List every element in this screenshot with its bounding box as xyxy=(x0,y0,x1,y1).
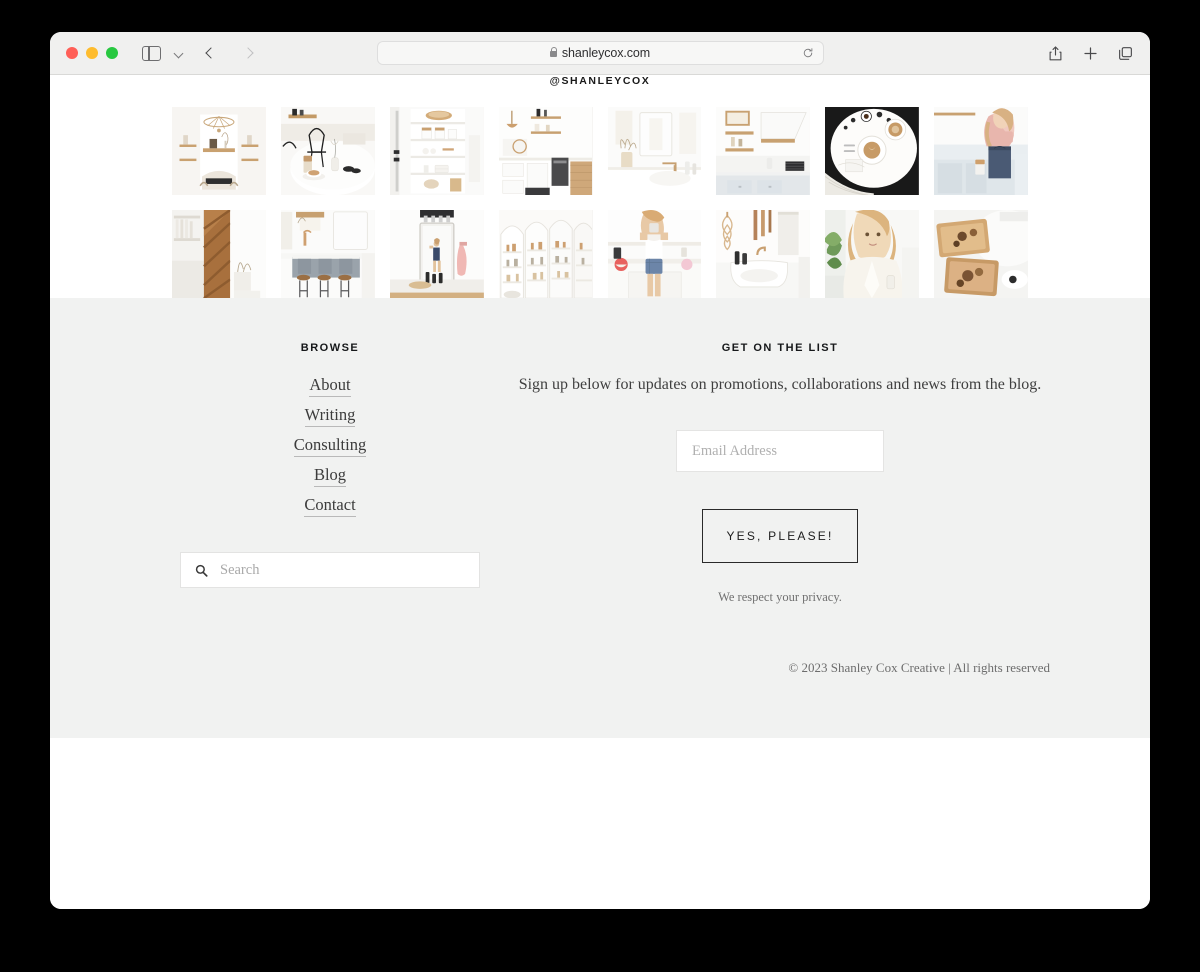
sidebar-toggle-icon[interactable] xyxy=(142,45,161,61)
gallery-item[interactable] xyxy=(280,210,375,299)
gallery-item[interactable] xyxy=(934,210,1028,299)
instagram-handle[interactable]: @SHANLEYCOX xyxy=(50,75,1150,91)
toolbar-actions xyxy=(1047,45,1134,62)
lock-icon xyxy=(549,47,558,57)
gallery-item[interactable] xyxy=(280,107,375,196)
newsletter-heading: GET ON THE LIST xyxy=(721,342,839,355)
instagram-gallery xyxy=(50,91,1150,299)
search-placeholder: Search xyxy=(220,561,260,578)
gallery-item[interactable] xyxy=(607,210,702,299)
browse-link-writing[interactable]: Writing xyxy=(304,405,356,428)
back-arrow-icon[interactable] xyxy=(205,46,217,59)
page-content: @SHANLEYCOX BROWSE About Writing Consult… xyxy=(50,75,1150,909)
browse-heading: BROWSE xyxy=(300,342,360,355)
share-icon[interactable] xyxy=(1047,45,1064,62)
browse-links: About Writing Consulting Blog Contact xyxy=(150,375,510,518)
browse-link-consulting[interactable]: Consulting xyxy=(293,435,367,458)
gallery-item[interactable] xyxy=(172,107,266,196)
gallery-item[interactable] xyxy=(172,210,266,299)
gallery-item[interactable] xyxy=(389,210,484,299)
url-text: shanleycox.com xyxy=(561,46,651,60)
site-footer: BROWSE About Writing Consulting Blog Con… xyxy=(50,298,1150,739)
privacy-note: We respect your privacy. xyxy=(718,590,842,605)
browser-toolbar: shanleycox.com xyxy=(50,32,1150,75)
window-controls xyxy=(66,47,118,59)
chevron-down-icon[interactable] xyxy=(175,49,184,58)
footer-columns: BROWSE About Writing Consulting Blog Con… xyxy=(50,338,1150,605)
gallery-item[interactable] xyxy=(934,107,1028,196)
email-field[interactable]: Email Address xyxy=(676,430,884,473)
address-bar[interactable]: shanleycox.com xyxy=(376,41,824,65)
tab-overview-icon[interactable] xyxy=(1117,45,1134,62)
gallery-item[interactable] xyxy=(716,107,811,196)
gallery-item[interactable] xyxy=(825,210,920,299)
browse-link-about[interactable]: About xyxy=(309,375,351,398)
minimize-window-button[interactable] xyxy=(86,47,98,59)
maximize-window-button[interactable] xyxy=(106,47,118,59)
gallery-item[interactable] xyxy=(498,107,593,196)
browse-link-blog[interactable]: Blog xyxy=(313,465,347,488)
gallery-item[interactable] xyxy=(498,210,593,299)
reload-icon[interactable] xyxy=(802,47,814,59)
gallery-item[interactable] xyxy=(716,210,811,299)
browser-window: shanleycox.com @SHANLEYCOX BROWSE About … xyxy=(50,32,1150,909)
gallery-item[interactable] xyxy=(825,107,920,196)
footer-browse-column: BROWSE About Writing Consulting Blog Con… xyxy=(150,338,510,605)
copyright-text: © 2023 Shanley Cox Creative | All rights… xyxy=(788,660,1050,676)
navigation-controls xyxy=(118,45,254,61)
newsletter-submit-button[interactable]: YES, PLEASE! xyxy=(702,509,858,564)
search-icon xyxy=(195,564,208,577)
newsletter-description: Sign up below for updates on promotions,… xyxy=(518,376,1042,394)
gallery-item[interactable] xyxy=(389,107,484,196)
search-input[interactable]: Search xyxy=(180,552,480,589)
plus-icon[interactable] xyxy=(1082,45,1099,62)
close-window-button[interactable] xyxy=(66,47,78,59)
footer-newsletter-column: GET ON THE LIST Sign up below for update… xyxy=(510,338,1050,605)
forward-arrow-icon[interactable] xyxy=(242,46,254,59)
browse-link-contact[interactable]: Contact xyxy=(304,495,356,518)
gallery-item[interactable] xyxy=(607,107,702,196)
email-placeholder: Email Address xyxy=(692,442,777,459)
